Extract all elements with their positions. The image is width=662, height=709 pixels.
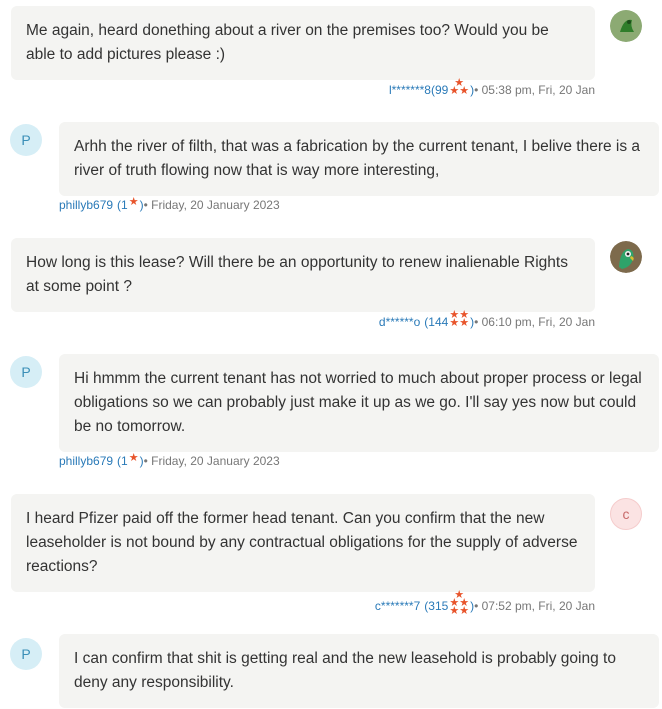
username-link[interactable]: d******o	[379, 315, 420, 329]
parrot-avatar-icon	[610, 241, 642, 273]
lizard-avatar-icon	[610, 10, 642, 42]
avatar-letter: c	[622, 506, 630, 522]
message-text: Me again, heard donething about a river …	[26, 22, 549, 63]
message-text: Hi hmmm the current tenant has not worri…	[74, 370, 642, 435]
user-avatar[interactable]: c	[610, 498, 642, 530]
timestamp: • 05:38 pm, Fri, 20 Jan	[474, 83, 595, 97]
rating[interactable]: (1 ★ )	[117, 196, 144, 213]
rating[interactable]: (99 ★ ★ ★ )	[431, 77, 474, 98]
rating-stars-icon: ★ ★ ★ ★ ★	[449, 589, 470, 617]
timestamp: • Friday, 20 January 2023	[143, 454, 280, 468]
message-text: I can confirm that shit is getting real …	[74, 650, 616, 691]
message-bubble: Hi hmmm the current tenant has not worri…	[59, 354, 659, 452]
message-bubble: Me again, heard donething about a river …	[11, 6, 595, 80]
user-avatar[interactable]	[610, 10, 642, 42]
username-link[interactable]: l*******8	[389, 83, 431, 97]
message-text: I heard Pfizer paid off the former head …	[26, 510, 578, 575]
message-meta: phillyb679 (1 ★ ) • Friday, 20 January 2…	[59, 196, 280, 213]
message-text: Arhh the river of filth, that was a fabr…	[74, 138, 641, 179]
rating-stars-icon: ★ ★ ★ ★	[449, 309, 470, 329]
message-meta: l*******8 (99 ★ ★ ★ ) • 05:38 pm, Fri, 20…	[389, 77, 595, 98]
rating-stars-icon: ★	[128, 452, 139, 464]
message-bubble: How long is this lease? Will there be an…	[11, 238, 595, 312]
message-text: How long is this lease? Will there be an…	[26, 254, 568, 295]
user-avatar[interactable]: P	[10, 638, 42, 670]
message-bubble: I heard Pfizer paid off the former head …	[11, 494, 595, 592]
avatar-letter: P	[21, 132, 31, 148]
avatar-letter: P	[21, 646, 31, 662]
username-link[interactable]: phillyb679	[59, 198, 113, 212]
message-bubble: I can confirm that shit is getting real …	[59, 634, 659, 708]
avatar-letter: P	[21, 364, 31, 380]
rating-stars-icon: ★ ★ ★	[449, 77, 470, 97]
username-link[interactable]: c*******7	[375, 599, 420, 613]
rating[interactable]: (1 ★ )	[117, 452, 144, 469]
username-link[interactable]: phillyb679	[59, 454, 113, 468]
timestamp: • 07:52 pm, Fri, 20 Jan	[474, 599, 595, 613]
message-meta: c*******7 (315 ★ ★ ★ ★ ★ ) • 07:52 pm, Fri…	[375, 589, 595, 618]
rating[interactable]: (315 ★ ★ ★ ★ ★ )	[424, 589, 474, 618]
rating[interactable]: (144 ★ ★ ★ ★ )	[424, 309, 474, 330]
user-avatar[interactable]: P	[10, 356, 42, 388]
timestamp: • Friday, 20 January 2023	[143, 198, 280, 212]
timestamp: • 06:10 pm, Fri, 20 Jan	[474, 315, 595, 329]
user-avatar[interactable]: P	[10, 124, 42, 156]
user-avatar[interactable]	[610, 241, 642, 273]
message-meta: phillyb679 (1 ★ ) • Friday, 20 January 2…	[59, 452, 280, 469]
rating-stars-icon: ★	[128, 196, 139, 208]
message-bubble: Arhh the river of filth, that was a fabr…	[59, 122, 659, 196]
message-meta: d******o (144 ★ ★ ★ ★ ) • 06:10 pm, Fri, 2…	[379, 309, 595, 330]
